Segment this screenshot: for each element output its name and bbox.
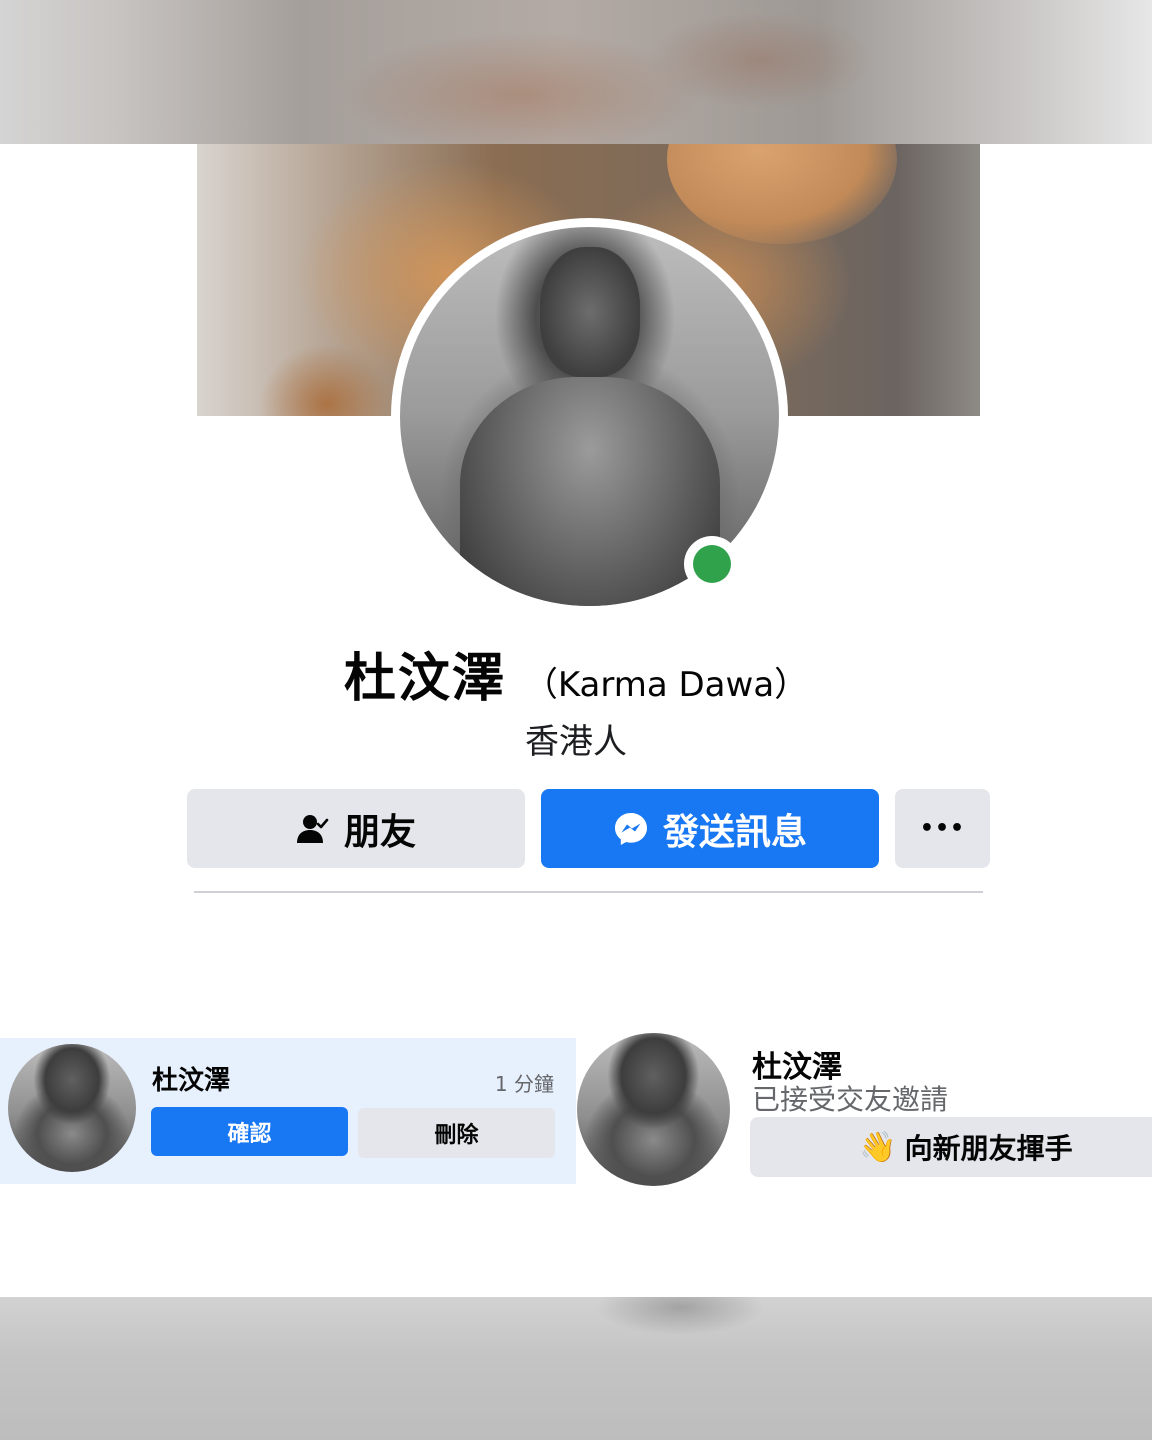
send-message-label: 發送訊息 — [662, 811, 807, 853]
delete-label: 刪除 — [434, 1123, 479, 1148]
requester-name[interactable]: 杜汶澤 — [152, 1060, 230, 1097]
request-timestamp: 1 分鐘 — [494, 1072, 554, 1096]
blurred-background-top — [0, 0, 1152, 144]
online-status-dot — [684, 536, 740, 592]
profile-name-row: 杜汶澤 （Karma Dawa） — [0, 636, 1152, 711]
confirm-label: 確認 — [227, 1121, 272, 1147]
new-friend-avatar[interactable] — [577, 1033, 730, 1186]
send-message-button[interactable]: 發送訊息 — [541, 789, 879, 868]
avatar-torso-shape — [460, 377, 720, 606]
friends-button[interactable]: 朋友 — [187, 789, 525, 868]
wave-button[interactable]: 👋 向新朋友揮手 — [750, 1117, 1152, 1177]
profile-name: 杜汶澤 — [343, 649, 506, 709]
friends-button-label: 朋友 — [343, 811, 416, 853]
profile-alt-name: （Karma Dawa） — [523, 665, 809, 705]
cover-cat-shape — [667, 144, 897, 244]
person-check-icon — [296, 814, 329, 843]
accepted-status-text: 已接受交友邀請 — [752, 1083, 949, 1116]
messenger-icon — [614, 812, 647, 845]
wave-button-label: 向新朋友揮手 — [904, 1132, 1073, 1165]
delete-button[interactable]: 刪除 — [358, 1108, 555, 1158]
profile-subtitle: 香港人 — [525, 722, 627, 762]
blurred-background-bottom — [0, 1297, 1152, 1440]
section-divider — [194, 891, 983, 893]
waving-hand-icon: 👋 — [859, 1129, 897, 1165]
avatar-head-shape — [540, 247, 640, 377]
more-options-button[interactable]: ••• — [895, 789, 990, 868]
confirm-button[interactable]: 確認 — [151, 1107, 348, 1156]
requester-avatar[interactable] — [8, 1044, 136, 1172]
more-dots-icon: ••• — [919, 816, 966, 841]
